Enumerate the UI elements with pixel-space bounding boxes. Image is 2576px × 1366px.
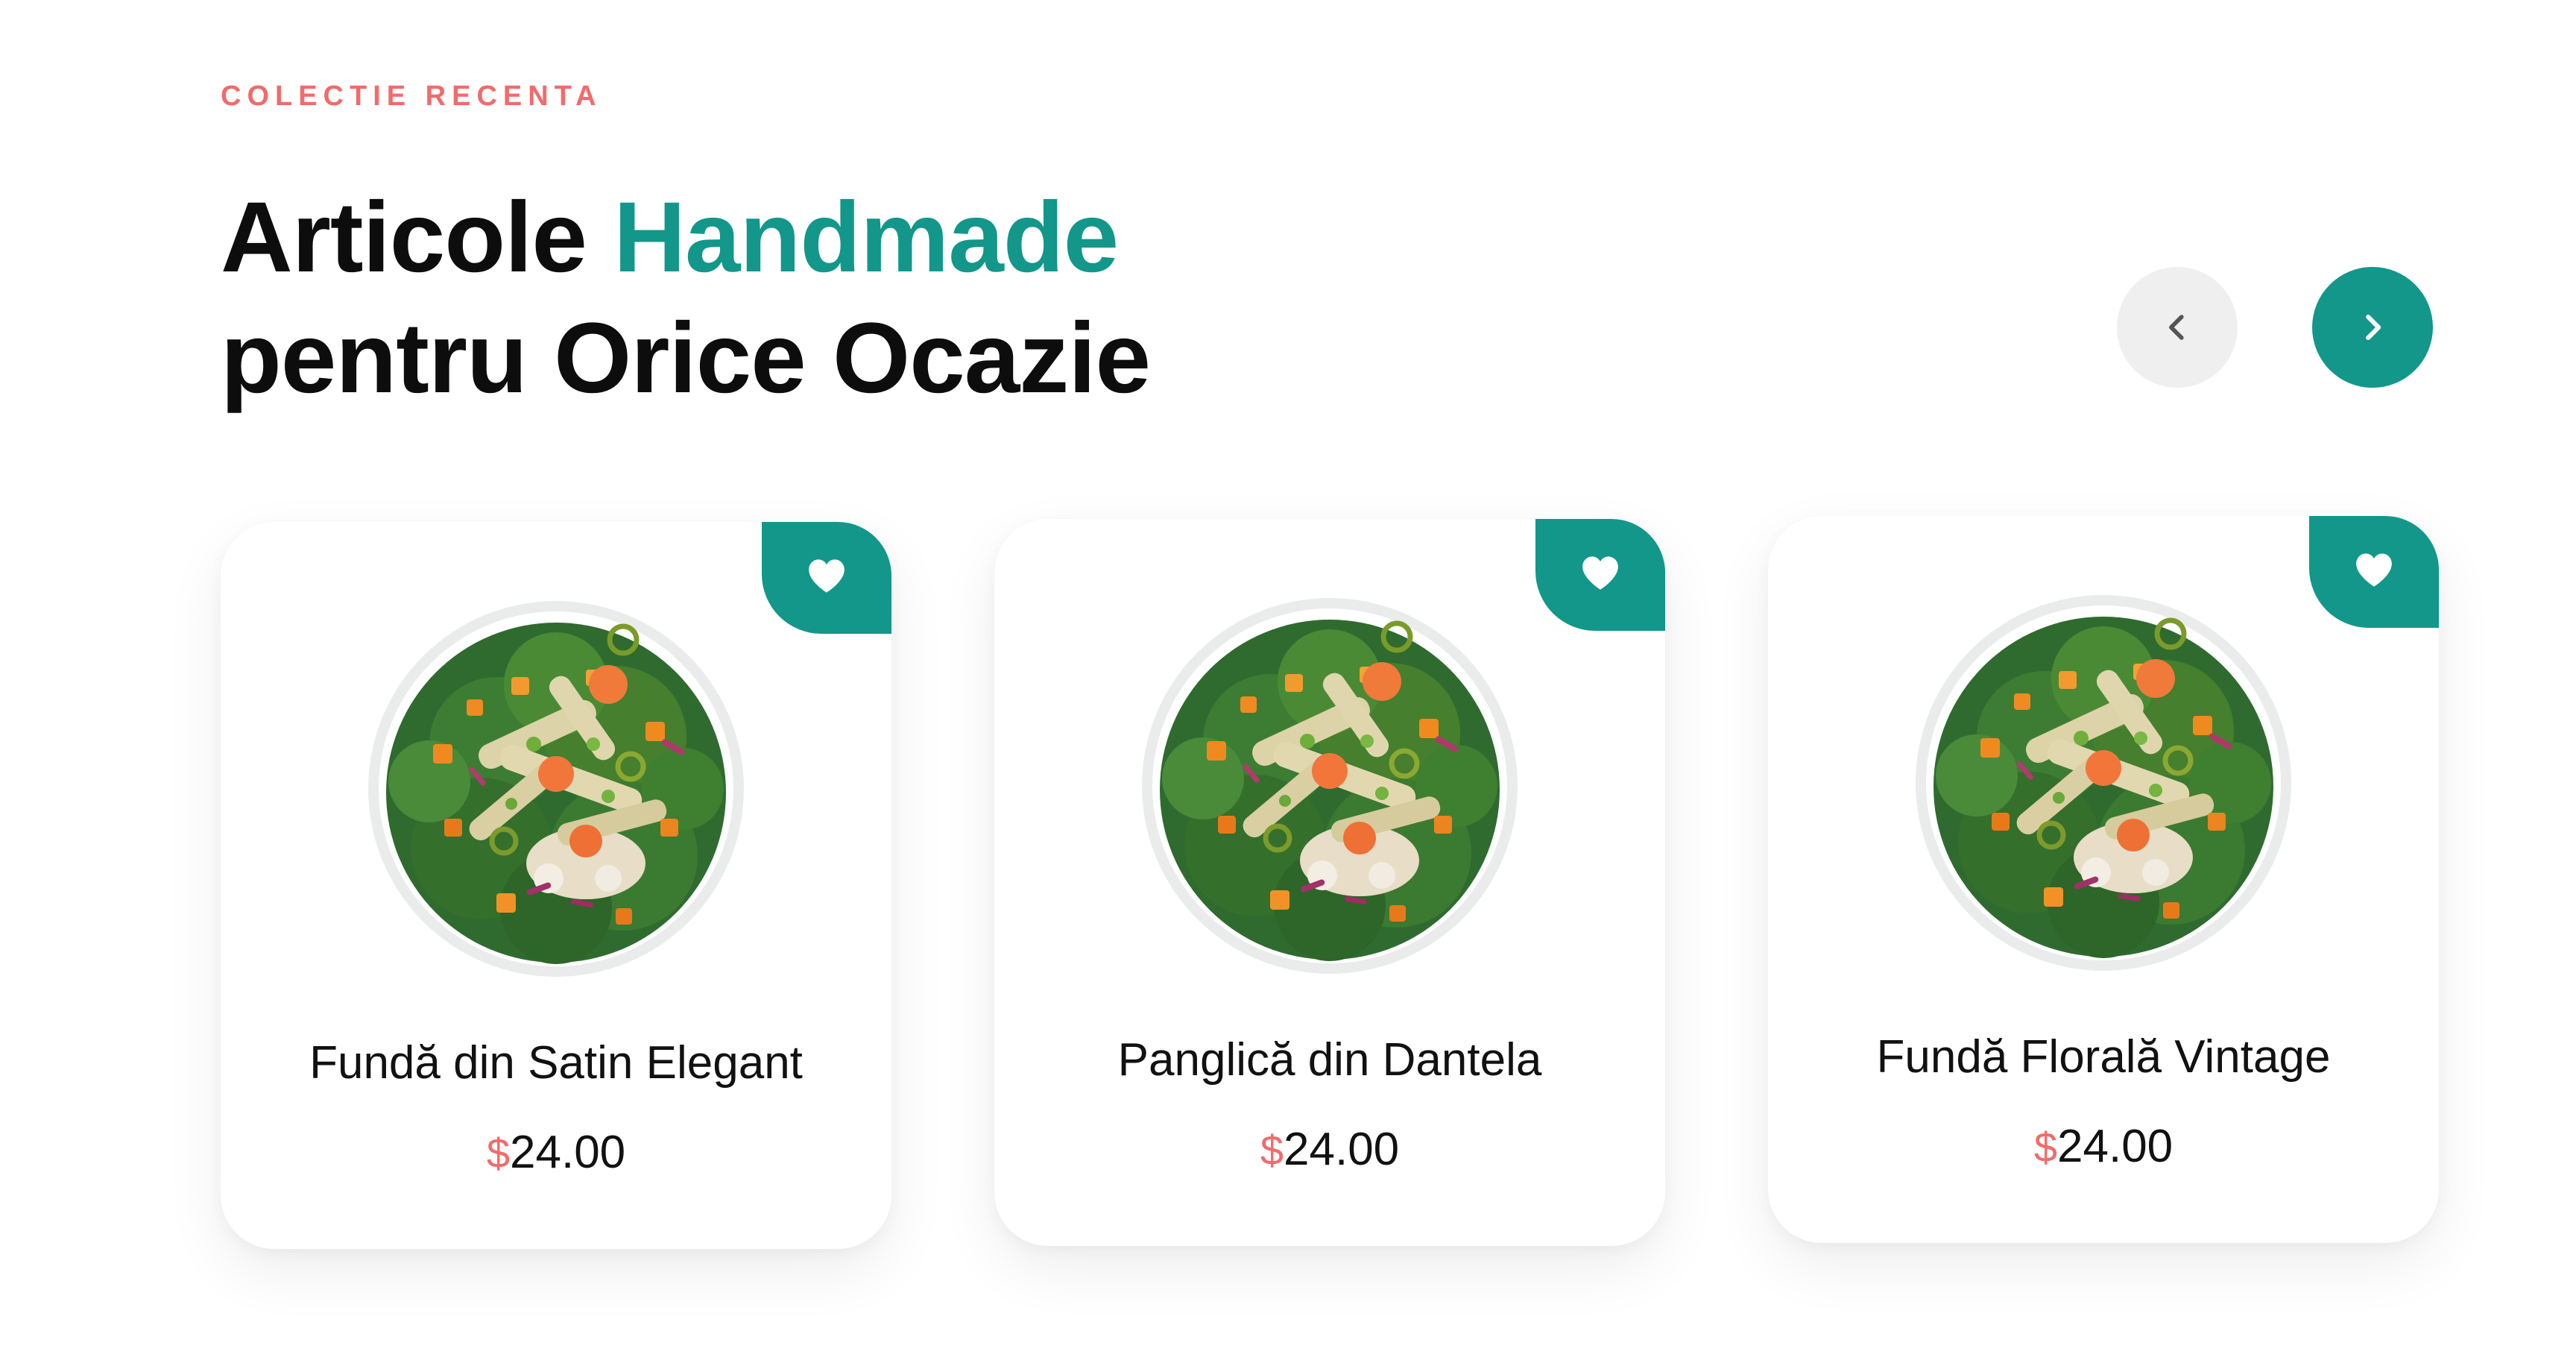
price-currency: $ [2033,1124,2057,1171]
product-price: $24.00 [221,1126,891,1179]
price-value: 24.00 [2057,1121,2174,1172]
favorite-button[interactable] [762,522,891,634]
product-price: $24.00 [1768,1120,2439,1173]
product-card[interactable]: Fundă Florală Vintage $24.00 [1768,516,2439,1243]
product-image [362,595,750,983]
favorite-button[interactable] [2309,516,2439,628]
price-value: 24.00 [1284,1124,1400,1175]
title-highlight: Handmade [613,182,1119,293]
section-eyebrow: COLECTIE RECENTA [221,81,602,112]
product-card[interactable]: Panglică din Dantela $24.00 [994,519,1665,1246]
chevron-right-icon [2366,314,2381,341]
title-line2-text: pentru Orice Ocazie [221,303,1151,414]
title-line1-text: Articole [221,182,614,293]
product-card[interactable]: Fundă din Satin Elegant $24.00 [221,522,891,1249]
heart-icon [809,559,845,593]
heart-icon [1582,556,1618,590]
product-name: Fundă Florală Vintage [1876,1031,2331,1083]
carousel-next-button[interactable] [2312,267,2433,388]
price-currency: $ [486,1130,510,1177]
product-price: $24.00 [994,1123,1665,1176]
chevron-left-icon [2169,315,2184,340]
heart-icon [2356,553,2392,587]
handmade-collection-section: COLECTIE RECENTA Articole Handmade pentr… [0,0,2576,1366]
favorite-button[interactable] [1535,519,1665,631]
product-image [1136,592,1524,980]
section-title: Articole Handmade pentru Orice Ocazie [221,177,1151,419]
price-currency: $ [1260,1127,1284,1174]
product-image [1910,589,2297,977]
carousel-prev-button[interactable] [2117,267,2238,388]
product-name: Fundă din Satin Elegant [309,1037,803,1089]
product-name: Panglică din Dantela [1117,1034,1542,1086]
price-value: 24.00 [510,1127,626,1178]
